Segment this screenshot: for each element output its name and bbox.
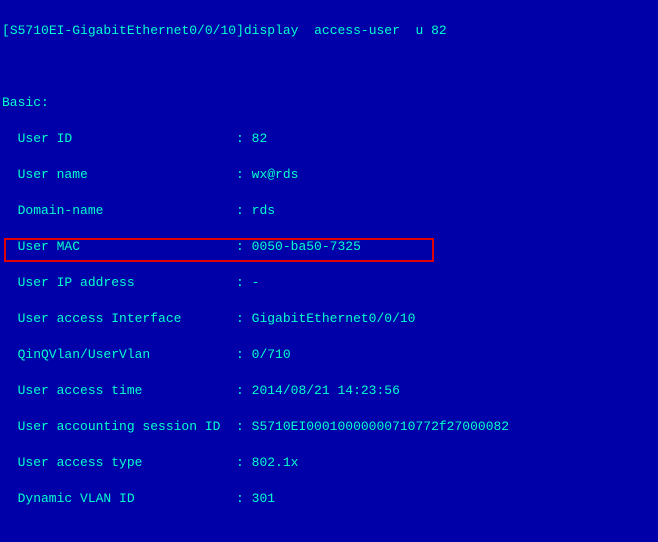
- row-label: User accounting session ID: [2, 419, 236, 434]
- row-value: : 301: [236, 491, 275, 506]
- row-value: : S5710EI00010000000710772f27000082: [236, 419, 509, 434]
- row-value: : 0/710: [236, 347, 291, 362]
- basic-row-dynamic-vlan: Dynamic VLAN ID : 301: [2, 490, 656, 508]
- basic-row: User access type : 802.1x: [2, 454, 656, 472]
- basic-row: User name : wx@rds: [2, 166, 656, 184]
- basic-row: User accounting session ID : S5710EI0001…: [2, 418, 656, 436]
- row-value: : wx@rds: [236, 167, 298, 182]
- row-label: User access type: [2, 455, 236, 470]
- interface-context: -GigabitEthernet0/0/10: [64, 23, 236, 38]
- row-label: QinQVlan/UserVlan: [2, 347, 236, 362]
- row-value: : 2014/08/21 14:23:56: [236, 383, 400, 398]
- row-value: : GigabitEthernet0/0/10: [236, 311, 415, 326]
- row-label: User access time: [2, 383, 236, 398]
- row-value: : 802.1x: [236, 455, 298, 470]
- row-value: : rds: [236, 203, 275, 218]
- row-value: : -: [236, 275, 259, 290]
- prompt-bracket-open: [: [2, 23, 10, 38]
- row-label: User ID: [2, 131, 236, 146]
- blank-line: [2, 526, 656, 542]
- prompt-line-1: [S5710EI-GigabitEthernet0/0/10]display a…: [2, 22, 656, 40]
- basic-row: User ID : 82: [2, 130, 656, 148]
- device-name: S5710EI: [10, 23, 65, 38]
- row-label: User name: [2, 167, 236, 182]
- basic-row: User access Interface : GigabitEthernet0…: [2, 310, 656, 328]
- terminal-output: [S5710EI-GigabitEthernet0/0/10]display a…: [0, 0, 658, 542]
- basic-row: QinQVlan/UserVlan : 0/710: [2, 346, 656, 364]
- basic-row: User MAC : 0050-ba50-7325: [2, 238, 656, 256]
- row-value: : 82: [236, 131, 267, 146]
- basic-row: User IP address : -: [2, 274, 656, 292]
- basic-row: User access time : 2014/08/21 14:23:56: [2, 382, 656, 400]
- row-label: User IP address: [2, 275, 236, 290]
- basic-heading: Basic:: [2, 94, 656, 112]
- row-value: : 0050-ba50-7325: [236, 239, 361, 254]
- command-1: display access-user u 82: [244, 23, 447, 38]
- row-label: User access Interface: [2, 311, 236, 326]
- prompt-bracket-close: ]: [236, 23, 244, 38]
- row-label: Domain-name: [2, 203, 236, 218]
- basic-row: Domain-name : rds: [2, 202, 656, 220]
- row-label: User MAC: [2, 239, 236, 254]
- blank-line: [2, 58, 656, 76]
- row-label: Dynamic VLAN ID: [2, 491, 236, 506]
